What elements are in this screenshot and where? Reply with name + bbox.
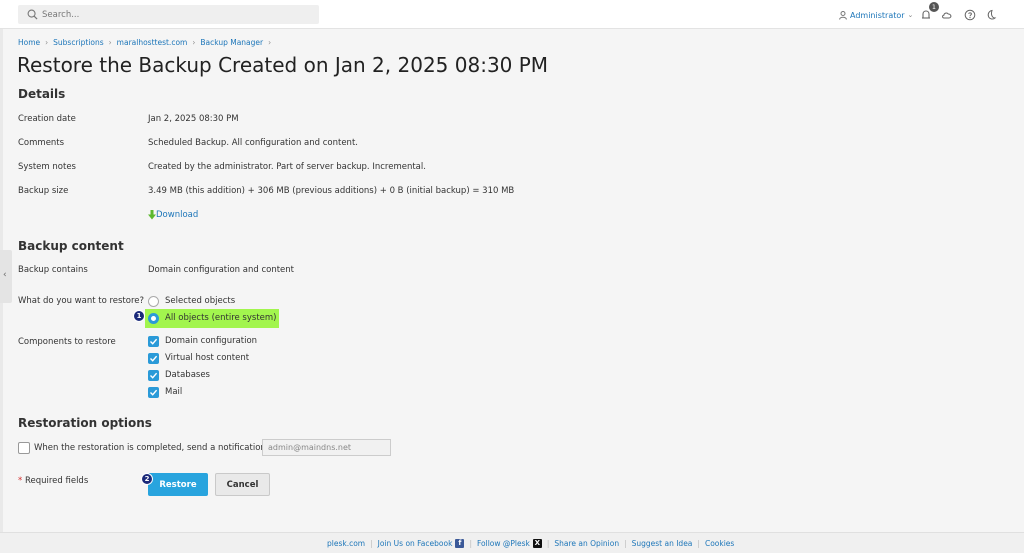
facebook-icon[interactable]: f bbox=[455, 539, 465, 548]
footer-divider: | bbox=[546, 539, 550, 548]
creation-date-value: Jan 2, 2025 08:30 PM bbox=[148, 114, 239, 124]
mail-label[interactable]: Mail bbox=[165, 387, 182, 397]
backup-contains-value: Domain configuration and content bbox=[148, 265, 295, 275]
footer: plesk.com | Join Us on Facebook f | Foll… bbox=[0, 532, 1024, 553]
backup-size-value: 3.49 MB (this addition) + 306 MB (previo… bbox=[148, 186, 515, 196]
user-icon bbox=[839, 10, 847, 20]
night-mode-icon[interactable] bbox=[985, 9, 997, 21]
cancel-button[interactable]: Cancel bbox=[215, 473, 270, 496]
step-marker-2: 2 bbox=[141, 473, 153, 485]
search-icon bbox=[27, 9, 38, 20]
checkbox-mail[interactable] bbox=[148, 387, 159, 398]
x-icon[interactable]: X bbox=[532, 539, 542, 548]
checkbox-send-notification[interactable] bbox=[18, 442, 30, 454]
search-box[interactable] bbox=[18, 5, 319, 24]
check-icon bbox=[150, 389, 158, 396]
user-name: Administrator bbox=[850, 10, 905, 20]
footer-divider: | bbox=[697, 539, 700, 548]
breadcrumb-chevron-icon: › bbox=[45, 38, 49, 47]
footer-divider: | bbox=[624, 539, 627, 548]
system-notes-label: System notes bbox=[18, 162, 76, 172]
footer-link-idea[interactable]: Suggest an Idea bbox=[632, 539, 693, 548]
comments-value: Scheduled Backup. All configuration and … bbox=[148, 138, 358, 148]
footer-link-cookies[interactable]: Cookies bbox=[705, 539, 734, 548]
check-icon bbox=[150, 338, 158, 345]
help-icon[interactable] bbox=[964, 9, 976, 21]
components-label: Components to restore bbox=[18, 337, 116, 347]
footer-links: plesk.com | Join Us on Facebook f | Foll… bbox=[327, 539, 734, 548]
creation-date-label: Creation date bbox=[18, 114, 76, 124]
notification-badge: 1 bbox=[929, 2, 939, 12]
chevron-left-icon: ‹ bbox=[3, 270, 7, 280]
required-fields-label: Required fields bbox=[24, 476, 89, 486]
footer-link-plesk[interactable]: plesk.com bbox=[327, 539, 365, 548]
restore-button[interactable]: Restore bbox=[148, 473, 208, 496]
radio-selected-objects[interactable] bbox=[148, 296, 159, 307]
footer-link-follow[interactable]: Follow @Plesk bbox=[477, 539, 530, 548]
top-bar: Administrator ⌄ 1 bbox=[0, 0, 1024, 29]
breadcrumb: Home › Subscriptions › maralhosttest.com… bbox=[18, 38, 276, 47]
cloud-icon[interactable] bbox=[941, 9, 953, 21]
system-notes-value: Created by the administrator. Part of se… bbox=[148, 162, 426, 172]
backup-content-section-title: Backup content bbox=[18, 239, 124, 253]
checkbox-domain-configuration[interactable] bbox=[148, 336, 159, 347]
footer-link-facebook[interactable]: Join Us on Facebook bbox=[378, 539, 453, 548]
backup-size-label: Backup size bbox=[18, 186, 69, 196]
selected-objects-label[interactable]: Selected objects bbox=[165, 296, 235, 306]
breadcrumb-chevron-icon: › bbox=[192, 38, 196, 47]
breadcrumb-chevron-icon: › bbox=[268, 38, 272, 47]
databases-label[interactable]: Databases bbox=[165, 370, 210, 380]
restoration-options-section-title: Restoration options bbox=[18, 416, 152, 430]
notify-label: When the restoration is completed, send … bbox=[34, 443, 278, 453]
step-marker-1: 1 bbox=[133, 310, 145, 322]
virtual-host-content-label[interactable]: Virtual host content bbox=[165, 353, 249, 363]
breadcrumb-backup-manager[interactable]: Backup Manager bbox=[200, 38, 263, 47]
breadcrumb-chevron-icon: › bbox=[108, 38, 112, 47]
notification-email-input[interactable] bbox=[262, 439, 391, 456]
breadcrumb-home[interactable]: Home bbox=[18, 38, 40, 47]
sidebar-toggle[interactable]: ‹ bbox=[0, 250, 12, 303]
footer-divider: | bbox=[469, 539, 472, 548]
checkbox-virtual-host-content[interactable] bbox=[148, 353, 159, 364]
download-link[interactable]: Download bbox=[148, 210, 198, 220]
all-objects-label[interactable]: All objects (entire system) bbox=[165, 313, 276, 323]
details-section-title: Details bbox=[18, 87, 66, 101]
radio-all-objects[interactable] bbox=[148, 313, 159, 324]
user-menu[interactable]: Administrator ⌄ bbox=[839, 9, 913, 21]
restore-question-label: What do you want to restore? bbox=[18, 296, 145, 306]
download-arrow-icon bbox=[148, 210, 156, 220]
breadcrumb-subscriptions[interactable]: Subscriptions bbox=[53, 38, 104, 47]
checkbox-databases[interactable] bbox=[148, 370, 159, 381]
check-icon bbox=[150, 355, 158, 362]
footer-link-opinion[interactable]: Share an Opinion bbox=[554, 539, 619, 548]
backup-contains-label: Backup contains bbox=[18, 265, 88, 275]
domain-configuration-label[interactable]: Domain configuration bbox=[165, 336, 257, 346]
required-star: * bbox=[18, 476, 23, 486]
download-label: Download bbox=[156, 210, 199, 220]
footer-divider: | bbox=[370, 539, 373, 548]
check-icon bbox=[150, 372, 158, 379]
page-title: Restore the Backup Created on Jan 2, 202… bbox=[17, 53, 549, 77]
chevron-down-icon: ⌄ bbox=[907, 11, 914, 19]
comments-label: Comments bbox=[18, 138, 65, 148]
required-fields-note: * Required fields bbox=[18, 476, 88, 486]
breadcrumb-domain[interactable]: maralhosttest.com bbox=[117, 38, 188, 47]
search-input[interactable] bbox=[42, 5, 312, 24]
